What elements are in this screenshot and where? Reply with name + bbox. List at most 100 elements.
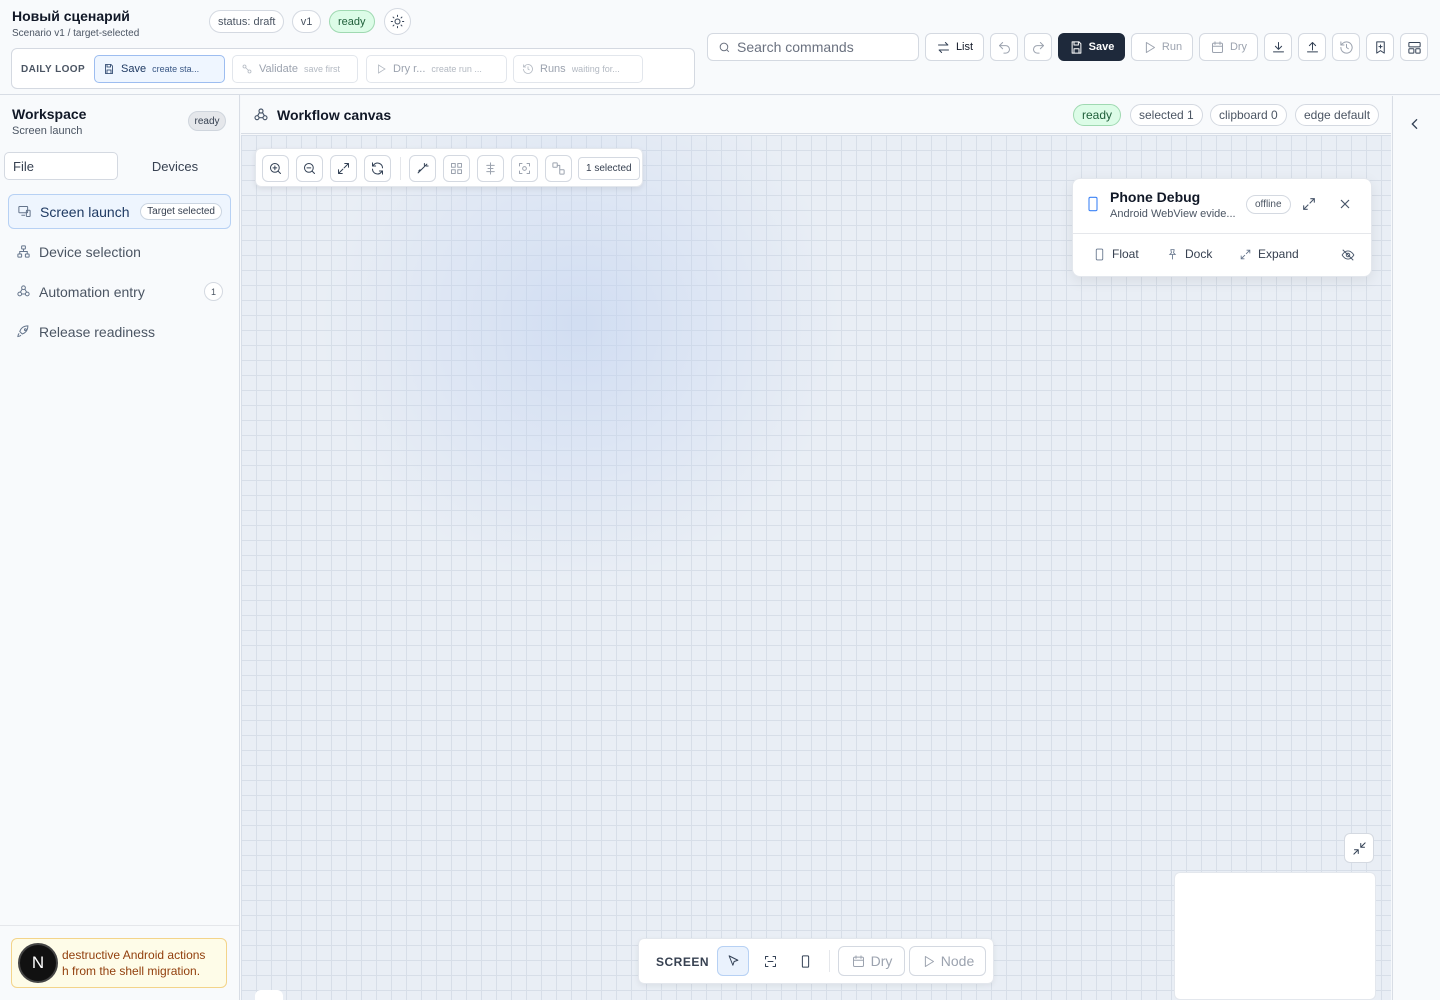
status-badge: status: draft (209, 10, 285, 33)
run-button[interactable]: Run (1131, 33, 1193, 61)
search-input[interactable] (737, 39, 907, 55)
dry-node-button[interactable]: Dry (838, 946, 905, 976)
close-icon (1340, 199, 1350, 209)
expand-right-panel-button[interactable] (1407, 116, 1425, 134)
phone-icon (1095, 248, 1104, 260)
auto-layout-button[interactable] (409, 155, 436, 182)
layout-button[interactable] (1400, 33, 1428, 61)
expand-button[interactable]: Expand (1239, 247, 1299, 261)
loop-step-sub: waiting for... (571, 64, 620, 74)
rocket-icon (17, 325, 29, 338)
dock-button[interactable]: Dock (1166, 247, 1212, 261)
phone-debug-panel: Phone Debug Android WebView evide... off… (1072, 178, 1372, 277)
close-panel-button[interactable] (1337, 196, 1355, 214)
sidebar-item-screen-launch[interactable]: Screen launch Target selected (8, 194, 231, 229)
ready-badge: ready (329, 10, 375, 33)
daily-loop-label: DAILY LOOP (21, 64, 86, 75)
history-icon (1339, 40, 1353, 54)
workflow-canvas[interactable]: 1 selected Phone Debug Android WebView e… (241, 135, 1391, 1000)
loop-step-label: Dry r... (393, 63, 426, 75)
screen-icon (18, 206, 31, 217)
sidebar-item-release-readiness[interactable]: Release readiness (8, 314, 231, 349)
node-label: Node (940, 953, 975, 969)
capture-tool-button[interactable] (754, 946, 786, 976)
run-node-button[interactable]: Node (909, 946, 986, 976)
screen-bottom-toolbar: SCREEN Dry Node (638, 938, 994, 984)
zoom-in-button[interactable] (262, 155, 289, 182)
sidebar-item-label: Automation entry (39, 283, 145, 300)
phone-icon (801, 954, 809, 968)
align-center-button[interactable] (477, 155, 504, 182)
download-button[interactable] (1264, 33, 1292, 61)
expand-icon (1303, 198, 1315, 210)
redo-icon (1032, 41, 1044, 54)
loop-step-save[interactable]: Save create sta... (94, 55, 225, 83)
connect-icon (552, 162, 565, 175)
align-grid-button[interactable] (443, 155, 470, 182)
pin-icon (1168, 248, 1177, 259)
redo-button[interactable] (1024, 33, 1052, 61)
undo-button[interactable] (990, 33, 1018, 61)
bookmark-button[interactable] (1366, 33, 1394, 61)
sidebar-item-label: Screen launch (40, 203, 130, 220)
zoom-out-icon (304, 163, 315, 174)
sidebar-item-device-selection[interactable]: Device selection (8, 234, 231, 269)
daily-loop-bar: DAILY LOOP Save create sta... Validate s… (11, 48, 695, 89)
tab-devices[interactable]: Devices (118, 152, 232, 180)
refresh-layout-button[interactable] (364, 155, 391, 182)
screen-label: SCREEN (656, 955, 710, 969)
upload-button[interactable] (1298, 33, 1326, 61)
selection-count: 1 selected (578, 157, 640, 180)
save-button[interactable]: Save (1058, 33, 1125, 61)
sidebar-item-automation-entry[interactable]: Automation entry 1 (8, 274, 231, 309)
toolbar-separator (400, 157, 401, 180)
loop-step-runs[interactable]: Runs waiting for... (513, 55, 643, 83)
fit-view-button[interactable] (330, 155, 357, 182)
select-tool-button[interactable] (717, 946, 749, 976)
expand-label: Expand (1258, 247, 1299, 261)
offline-badge: offline (1246, 195, 1291, 214)
theme-toggle-button[interactable] (384, 8, 411, 35)
hide-panel-button[interactable] (1341, 248, 1355, 267)
collapse-minimap-button[interactable] (1344, 833, 1374, 863)
dock-label: Dock (1185, 247, 1213, 261)
list-label: List (955, 41, 974, 53)
tab-file[interactable]: File (4, 152, 118, 180)
expand-icon (338, 163, 349, 174)
canvas-minimap[interactable] (1174, 872, 1376, 1000)
sidebar-item-label: Device selection (39, 243, 141, 260)
loop-step-sub: create sta... (152, 64, 200, 74)
dry-label: Dry (870, 953, 893, 969)
expand-icon (1240, 249, 1251, 259)
device-tree-icon (17, 245, 30, 258)
canvas-header: Workflow canvas ready selected 1 clipboa… (241, 96, 1391, 134)
loop-step-sub: create run ... (431, 64, 482, 74)
device-tool-button[interactable] (789, 946, 821, 976)
collapse-icon (1352, 841, 1366, 855)
focus-icon (519, 163, 530, 174)
expand-panel-button[interactable] (1301, 196, 1319, 214)
workspace-title: Workspace (12, 106, 87, 122)
history-button[interactable] (1332, 33, 1360, 61)
play-icon (1145, 41, 1155, 53)
loop-step-sub: save first (303, 64, 340, 74)
dry-run-button[interactable]: Dry (1199, 33, 1258, 61)
list-view-button[interactable]: List (925, 33, 984, 61)
loop-step-dry-run[interactable]: Dry r... create run ... (366, 55, 507, 83)
version-badge: v1 (292, 10, 321, 33)
loop-step-validate[interactable]: Validate save first (232, 55, 358, 83)
focus-selection-button[interactable] (511, 155, 538, 182)
sidebar-divider (0, 925, 239, 926)
float-button[interactable]: Float (1093, 247, 1139, 261)
play-icon (378, 64, 386, 74)
bookmark-icon (1375, 40, 1385, 54)
search-box[interactable] (707, 33, 919, 61)
loop-step-label: Save (121, 63, 147, 75)
workspace-status-badge[interactable]: ready (188, 111, 226, 131)
connect-nodes-button[interactable] (545, 155, 572, 182)
canvas-title: Workflow canvas (277, 107, 392, 123)
zoom-out-button[interactable] (296, 155, 323, 182)
workflow-icon (254, 108, 268, 121)
download-icon (1272, 41, 1284, 52)
avatar[interactable]: N (18, 943, 58, 983)
